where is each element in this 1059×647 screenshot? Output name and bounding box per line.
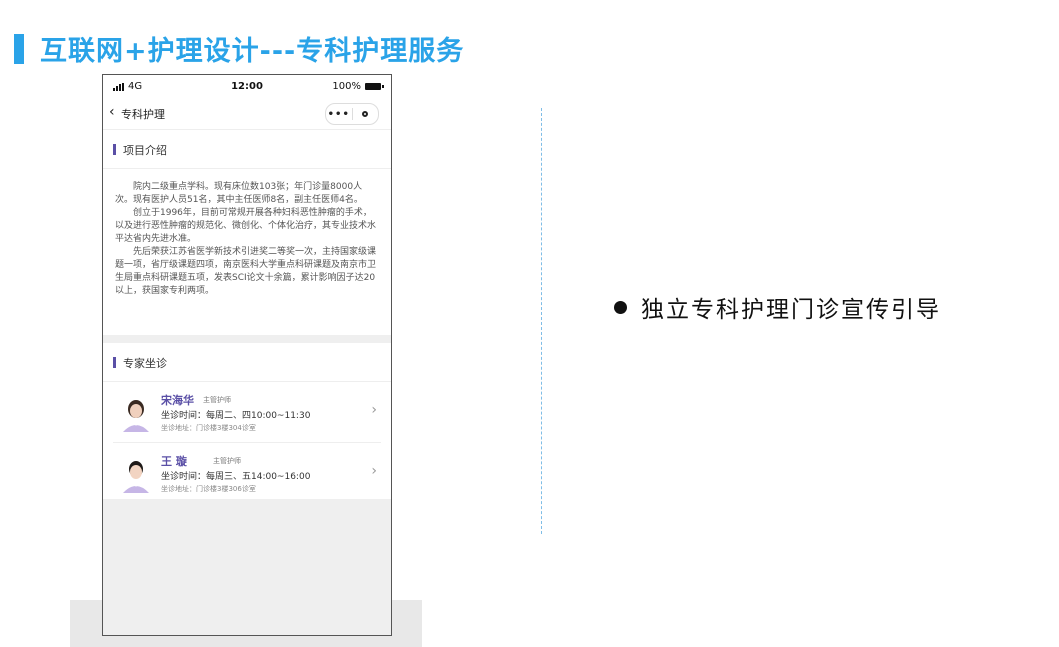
bullet-text: 独立专科护理门诊宣传引导 <box>641 297 941 323</box>
section-marker <box>113 144 116 155</box>
experts-section-header: 专家坐诊 <box>103 343 391 381</box>
chevron-right-icon[interactable]: › <box>371 402 377 418</box>
battery-icon <box>365 83 384 90</box>
mini-program-capsule: ••• <box>325 103 379 125</box>
experts-heading: 专家坐诊 <box>123 357 167 370</box>
section-gap <box>103 335 391 343</box>
chevron-left-icon[interactable]: ‹ <box>109 104 115 120</box>
section-marker <box>113 357 116 368</box>
intro-paragraph-3: 先后荣获江苏省医学新技术引进奖二等奖一次，主持国家级课题一项，省厅级课题四项，南… <box>115 247 377 296</box>
battery-label: 100% <box>332 81 361 92</box>
intro-heading: 项目介绍 <box>123 144 167 157</box>
bullet-dot-icon <box>614 300 627 314</box>
nav-bar: ‹ 专科护理 ••• <box>103 97 391 130</box>
intro-paragraph-1: 院内二级重点学科。现有床位数103张；年门诊量8000人次。现有医护人员51名，… <box>115 182 363 205</box>
title-accent-bar <box>14 34 24 64</box>
intro-paragraph-2: 创立于1996年，目前可常规开展各种妇科恶性肿瘤的手术，以及进行恶性肿瘤的规范化… <box>115 208 377 244</box>
intro-section-header: 项目介绍 <box>103 130 391 168</box>
avatar <box>121 396 151 432</box>
expert-title: 主管护师 <box>213 457 241 465</box>
chevron-right-icon[interactable]: › <box>371 463 377 479</box>
slide-title: 互联网+护理设计---专科护理服务 <box>40 36 465 67</box>
dashed-divider <box>541 108 542 534</box>
expert-name: 王 璇 <box>161 455 187 468</box>
status-bar: 4G 12:00 100% <box>103 75 391 97</box>
expert-title: 主管护师 <box>203 396 231 404</box>
phone-mockup: 4G 12:00 100% ‹ 专科护理 ••• 项目介绍 院内二级重点学科。现… <box>102 74 392 636</box>
expert-address: 坐诊地址：门诊楼3楼306诊室 <box>161 485 256 493</box>
status-right: 100% <box>332 81 384 92</box>
expert-time: 坐诊时间：每周二、四10:00~11:30 <box>161 411 311 421</box>
expert-address: 坐诊地址：门诊楼3楼304诊室 <box>161 424 256 432</box>
bullet-point: 独立专科护理门诊宣传引导 <box>614 290 941 324</box>
close-target-icon[interactable] <box>353 111 379 117</box>
expert-card[interactable]: 宋海华 主管护师 坐诊时间：每周二、四10:00~11:30 坐诊地址：门诊楼3… <box>113 382 381 442</box>
expert-name: 宋海华 <box>161 394 194 407</box>
more-icon[interactable]: ••• <box>326 109 352 120</box>
avatar <box>121 457 151 493</box>
nav-title: 专科护理 <box>121 108 165 121</box>
empty-area <box>103 499 391 635</box>
expert-time: 坐诊时间：每周三、五14:00~16:00 <box>161 472 311 482</box>
intro-text: 院内二级重点学科。现有床位数103张；年门诊量8000人次。现有医护人员51名，… <box>103 169 391 335</box>
expert-card[interactable]: 王 璇 主管护师 坐诊时间：每周三、五14:00~16:00 坐诊地址：门诊楼3… <box>113 442 381 503</box>
